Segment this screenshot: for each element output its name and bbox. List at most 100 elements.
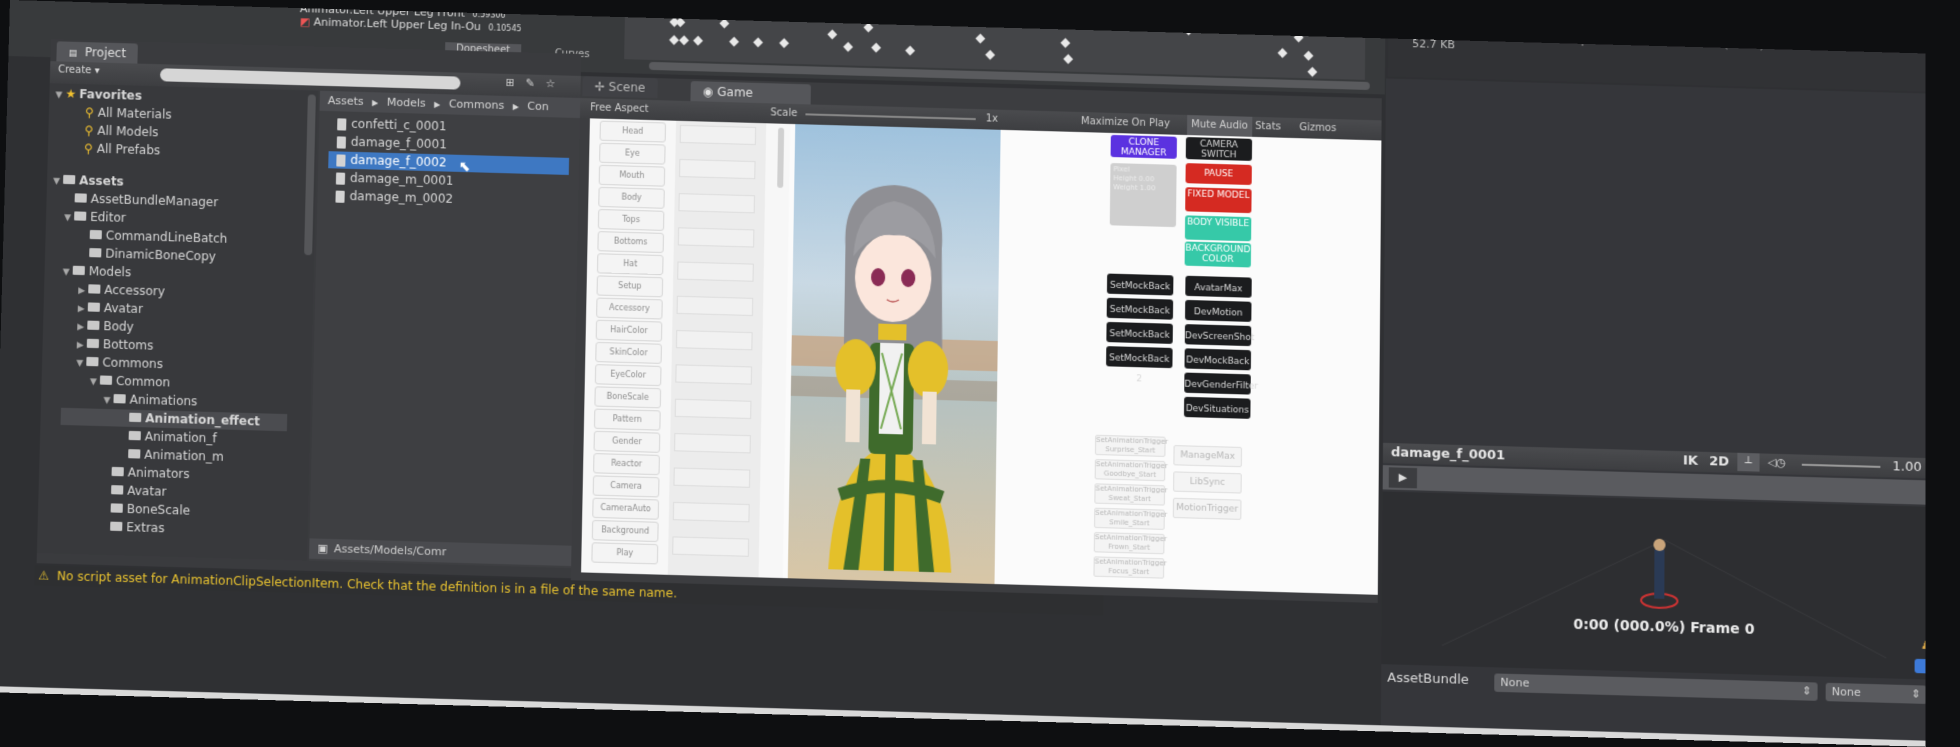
tab-scene[interactable]: ✢ Scene bbox=[582, 76, 657, 98]
variant-select[interactable]: None ⇕ bbox=[1826, 683, 1926, 704]
clone-manager-button[interactable]: CLONE MANAGER bbox=[1111, 135, 1177, 159]
collapse-arrow-icon[interactable]: ▶ bbox=[78, 304, 85, 314]
setmockback-button[interactable]: SetMockBack 0 bbox=[1107, 298, 1174, 320]
menu-button[interactable]: Mouth bbox=[599, 165, 666, 187]
speaker-icon[interactable]: ◁◷ bbox=[1768, 456, 1786, 470]
update-list-row[interactable] bbox=[675, 399, 752, 419]
tree-item[interactable]: DinamicBoneCopy bbox=[89, 245, 216, 266]
file-item[interactable]: confetti_c_0001 bbox=[337, 115, 447, 135]
tree-item[interactable]: ▶ Avatar bbox=[78, 299, 144, 318]
menu-button[interactable]: SkinColor bbox=[595, 342, 662, 364]
preview-viewport[interactable]: 0:00 (000.0%) Frame 0 ♟ bbox=[1381, 491, 1925, 680]
expand-arrow-icon[interactable]: ▼ bbox=[63, 267, 70, 277]
menu-button[interactable]: Bottoms bbox=[597, 231, 664, 253]
aspect-dropdown[interactable]: Free Aspect bbox=[590, 98, 649, 120]
menu-button[interactable]: Eye bbox=[599, 143, 666, 165]
breadcrumb-item[interactable]: Con bbox=[527, 100, 549, 114]
setmockback-button[interactable]: SetMockBack -1 bbox=[1107, 274, 1174, 296]
menu-button[interactable]: Pattern bbox=[594, 409, 661, 431]
animation-trigger-button[interactable]: SetAnimationTrigger Surprise_Start bbox=[1095, 435, 1166, 457]
file-item[interactable]: damage_m_0001 bbox=[336, 169, 454, 189]
breadcrumb-item[interactable]: Assets bbox=[328, 94, 364, 108]
dev-button[interactable]: DevMotion bbox=[1185, 300, 1252, 322]
menu-button[interactable]: Gender bbox=[594, 431, 661, 453]
play-button[interactable]: ▶ bbox=[1389, 467, 1417, 488]
fixed-model-button[interactable]: FIXED MODEL bbox=[1185, 187, 1251, 213]
create-dropdown[interactable]: Create ▾ bbox=[58, 64, 100, 76]
update-list-row[interactable] bbox=[680, 125, 756, 145]
menu-button[interactable]: Reactor bbox=[593, 453, 660, 475]
breadcrumb-item[interactable]: Commons bbox=[449, 97, 505, 112]
update-list-row[interactable] bbox=[676, 330, 753, 350]
game-canvas[interactable]: Head Eye Mouth Body Tops Bottoms Hat Set… bbox=[581, 118, 1381, 594]
dev-button[interactable]: DevScreenShot bbox=[1185, 324, 1252, 346]
update-list-row[interactable] bbox=[678, 193, 755, 213]
maximize-on-play-button[interactable]: Maximize On Play bbox=[1081, 112, 1170, 135]
tree-item[interactable]: BoneScale bbox=[110, 500, 190, 519]
animation-trigger-button[interactable]: SetAnimationTrigger Goodbye_Start bbox=[1095, 459, 1166, 481]
manage-button[interactable]: LibSync bbox=[1173, 471, 1242, 493]
assetbundle-select[interactable]: None ⇕ bbox=[1494, 673, 1817, 700]
update-list-row[interactable] bbox=[677, 262, 754, 282]
collapse-arrow-icon[interactable]: ▶ bbox=[77, 340, 84, 350]
dev-button[interactable]: DevSituations bbox=[1184, 397, 1251, 419]
menu-button[interactable]: Hat bbox=[597, 253, 664, 275]
setmockback-button[interactable]: SetMockBack 1 bbox=[1106, 322, 1173, 344]
tree-item-selected[interactable]: Animation_effect bbox=[61, 408, 288, 432]
favorites-header[interactable]: ▼ ★ Favorites bbox=[55, 85, 142, 104]
tree-item[interactable]: ▶ Accessory bbox=[78, 281, 165, 301]
menu-button[interactable]: EyeColor bbox=[595, 364, 662, 386]
dev-button[interactable]: AvatarMax bbox=[1185, 276, 1251, 298]
file-item[interactable]: damage_m_0002 bbox=[335, 188, 453, 208]
ik-toggle[interactable]: IK bbox=[1683, 453, 1698, 469]
filter-label-icon[interactable]: ✎ bbox=[525, 76, 534, 89]
tree-item[interactable]: Animators bbox=[111, 464, 189, 483]
menu-button[interactable]: Camera bbox=[593, 475, 660, 497]
menu-button[interactable]: Background bbox=[592, 520, 659, 542]
dev-button[interactable]: DevMockBack bbox=[1184, 348, 1251, 370]
setmockback-button[interactable]: SetMockBack 2 bbox=[1106, 346, 1173, 368]
search-input[interactable] bbox=[160, 68, 461, 89]
expand-arrow-icon[interactable]: ▼ bbox=[55, 90, 62, 100]
update-list-row[interactable] bbox=[677, 296, 754, 316]
tree-item[interactable]: ▼ Animations bbox=[103, 391, 197, 411]
expand-arrow-icon[interactable]: ▼ bbox=[90, 377, 97, 387]
assets-header[interactable]: ▼ Assets bbox=[53, 172, 124, 191]
animation-trigger-button[interactable]: SetAnimationTrigger Frown_Start bbox=[1094, 532, 1165, 554]
update-list-scrollbar[interactable] bbox=[777, 128, 784, 188]
expand-arrow-icon[interactable]: ▼ bbox=[76, 359, 83, 369]
file-item[interactable]: damage_f_0001 bbox=[337, 133, 447, 153]
menu-button[interactable]: Play bbox=[591, 542, 658, 564]
tree-item[interactable]: ▼ Common bbox=[90, 372, 171, 391]
menu-button[interactable]: Tops bbox=[598, 209, 665, 231]
expand-arrow-icon[interactable]: ▼ bbox=[53, 177, 60, 187]
favorite-item[interactable]: ⚲ All Prefabs bbox=[84, 140, 161, 159]
menu-button[interactable]: Body bbox=[598, 187, 665, 209]
update-list-row[interactable] bbox=[673, 502, 750, 522]
animation-trigger-button[interactable]: SetAnimationTrigger Focus_Start bbox=[1093, 556, 1164, 578]
background-color-button[interactable]: BACKGROUND COLOR bbox=[1185, 241, 1252, 267]
tree-item[interactable]: ▶ Body bbox=[77, 317, 134, 336]
animation-trigger-button[interactable]: SetAnimationTrigger Smile_Start bbox=[1094, 508, 1165, 530]
scale-slider[interactable] bbox=[805, 113, 975, 120]
tree-item[interactable]: Avatar bbox=[111, 482, 167, 501]
tree-item[interactable]: ▼ Editor bbox=[64, 208, 126, 227]
filter-type-icon[interactable]: ⊞ bbox=[505, 76, 514, 89]
stats-button[interactable]: Stats bbox=[1255, 117, 1281, 138]
expand-arrow-icon[interactable]: ▼ bbox=[64, 213, 71, 223]
update-list-row[interactable] bbox=[679, 159, 755, 179]
menu-button[interactable]: HairColor bbox=[596, 320, 663, 342]
manage-button[interactable]: MotionTrigger bbox=[1173, 498, 1242, 520]
dev-button[interactable]: DevGenderFilter bbox=[1184, 373, 1251, 395]
update-list-row[interactable] bbox=[674, 433, 751, 453]
menu-button[interactable]: CameraAuto bbox=[592, 498, 659, 520]
menu-button[interactable]: Accessory bbox=[596, 298, 663, 320]
collapse-arrow-icon[interactable]: ▶ bbox=[77, 322, 84, 332]
mute-audio-button[interactable]: Mute Audio bbox=[1187, 115, 1252, 137]
favorite-item[interactable]: ⚲ All Materials bbox=[85, 104, 172, 123]
2d-toggle[interactable]: 2D bbox=[1709, 454, 1729, 470]
favorite-item[interactable]: ⚲ All Models bbox=[84, 122, 158, 141]
tree-item[interactable]: Extras bbox=[110, 519, 165, 538]
body-visible-button[interactable]: BODY VISIBLE bbox=[1185, 215, 1251, 241]
tree-scrollbar[interactable] bbox=[304, 94, 316, 255]
